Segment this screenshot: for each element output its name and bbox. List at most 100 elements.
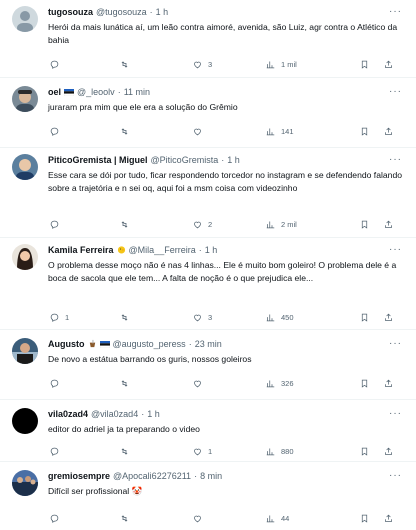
like-button[interactable]: 1 bbox=[193, 447, 212, 456]
bookmark-button[interactable] bbox=[360, 220, 369, 229]
tweet[interactable]: gremiosempre @Apocali62276211 · 8 min ··… bbox=[0, 462, 416, 530]
reply-icon bbox=[50, 60, 59, 69]
retweet-button[interactable] bbox=[120, 313, 135, 322]
timestamp[interactable]: 8 min bbox=[200, 471, 222, 481]
like-button[interactable] bbox=[193, 379, 208, 388]
author-handle[interactable]: @Mila__Ferreira bbox=[129, 245, 196, 255]
views-icon bbox=[266, 128, 275, 135]
avatar[interactable] bbox=[12, 338, 38, 364]
author-handle[interactable]: @Apocali62276211 bbox=[113, 471, 191, 481]
author-name[interactable]: gremiosempre bbox=[48, 471, 110, 481]
author-handle[interactable]: @_leoolv bbox=[77, 87, 115, 97]
reply-button[interactable] bbox=[50, 127, 65, 136]
retweet-button[interactable] bbox=[120, 514, 135, 523]
share-button[interactable] bbox=[384, 127, 393, 136]
views-button[interactable]: 2 mil bbox=[266, 220, 297, 229]
author-name[interactable]: oel bbox=[48, 87, 61, 97]
share-button[interactable] bbox=[384, 514, 393, 523]
author-handle[interactable]: @tugosouza bbox=[96, 7, 147, 17]
reply-button[interactable] bbox=[50, 220, 65, 229]
timestamp[interactable]: 1 h bbox=[205, 245, 218, 255]
bookmark-icon bbox=[361, 313, 368, 322]
author-handle[interactable]: @PiticoGremista bbox=[151, 155, 219, 165]
like-icon bbox=[194, 61, 201, 68]
tweet[interactable]: Kamila Ferreira @Mila__Ferreira · 1 h ··… bbox=[0, 238, 416, 330]
tweet[interactable]: tugosouza @tugosouza · 1 h ··· Herói da … bbox=[0, 0, 416, 78]
retweet-button[interactable] bbox=[120, 379, 135, 388]
views-icon bbox=[266, 221, 275, 228]
retweet-button[interactable] bbox=[120, 60, 135, 69]
like-button[interactable] bbox=[193, 514, 208, 523]
timestamp[interactable]: 1 h bbox=[147, 409, 160, 419]
like-button[interactable]: 3 bbox=[193, 60, 212, 69]
more-icon[interactable]: ··· bbox=[389, 470, 402, 481]
views-button[interactable]: 1 mil bbox=[266, 60, 297, 69]
more-icon[interactable]: ··· bbox=[389, 244, 402, 255]
more-icon[interactable]: ··· bbox=[389, 86, 402, 97]
more-icon[interactable]: ··· bbox=[389, 154, 402, 165]
bookmark-button[interactable] bbox=[360, 447, 369, 456]
author-handle[interactable]: @vila0zad4 bbox=[91, 409, 138, 419]
retweet-button[interactable] bbox=[120, 220, 135, 229]
author-name[interactable]: vila0zad4 bbox=[48, 409, 88, 419]
views-button[interactable]: 326 bbox=[266, 379, 294, 388]
avatar[interactable] bbox=[12, 6, 38, 32]
views-button[interactable]: 450 bbox=[266, 313, 294, 322]
like-button[interactable]: 3 bbox=[193, 313, 212, 322]
bookmark-button[interactable] bbox=[360, 379, 369, 388]
timestamp[interactable]: 1 h bbox=[156, 7, 169, 17]
share-icon bbox=[385, 60, 392, 68]
share-button[interactable] bbox=[384, 379, 393, 388]
reply-icon bbox=[50, 514, 59, 523]
reply-button[interactable] bbox=[50, 60, 65, 69]
reply-button[interactable] bbox=[50, 514, 65, 523]
views-count: 2 mil bbox=[281, 219, 297, 229]
timestamp[interactable]: 23 min bbox=[195, 339, 222, 349]
author-name[interactable]: PiticoGremista | Miguel bbox=[48, 155, 148, 165]
tweet[interactable]: oel @_leoolv · 11 min ··· juraram pra mi… bbox=[0, 78, 416, 148]
retweet-button[interactable] bbox=[120, 127, 135, 136]
author-name[interactable]: Augusto bbox=[48, 339, 85, 349]
bookmark-button[interactable] bbox=[360, 313, 369, 322]
more-icon[interactable]: ··· bbox=[389, 408, 402, 419]
views-count: 450 bbox=[281, 312, 294, 322]
timestamp[interactable]: 11 min bbox=[124, 87, 150, 97]
retweet-button[interactable] bbox=[120, 447, 135, 456]
avatar[interactable] bbox=[12, 244, 38, 270]
bookmark-icon bbox=[361, 379, 368, 388]
reply-button[interactable]: 1 bbox=[50, 313, 69, 322]
like-button[interactable]: 2 bbox=[193, 220, 212, 229]
author-handle[interactable]: @augusto_peress bbox=[113, 339, 186, 349]
reply-icon bbox=[50, 127, 59, 136]
share-button[interactable] bbox=[384, 447, 393, 456]
author-name[interactable]: tugosouza bbox=[48, 7, 93, 17]
share-button[interactable] bbox=[384, 60, 393, 69]
views-button[interactable]: 880 bbox=[266, 447, 294, 456]
more-icon[interactable]: ··· bbox=[389, 338, 402, 349]
avatar[interactable] bbox=[12, 154, 38, 180]
timestamp[interactable]: 1 h bbox=[227, 155, 240, 165]
tweet[interactable]: PiticoGremista | Miguel @PiticoGremista … bbox=[0, 148, 416, 238]
avatar[interactable] bbox=[12, 408, 38, 434]
reply-button[interactable] bbox=[50, 379, 65, 388]
share-button[interactable] bbox=[384, 220, 393, 229]
avatar[interactable] bbox=[12, 86, 38, 112]
bookmark-button[interactable] bbox=[360, 127, 369, 136]
reply-button[interactable] bbox=[50, 447, 65, 456]
tweet-text: editor do adriel ja ta preparando o vide… bbox=[48, 424, 200, 434]
author-name[interactable]: Kamila Ferreira bbox=[48, 245, 114, 255]
more-icon[interactable]: ··· bbox=[389, 6, 402, 17]
tweet[interactable]: vila0zad4 @vila0zad4 · 1 h ··· editor do… bbox=[0, 400, 416, 462]
views-button[interactable]: 141 bbox=[266, 127, 294, 136]
views-button[interactable]: 44 bbox=[266, 514, 289, 523]
bookmark-button[interactable] bbox=[360, 514, 369, 523]
reply-feed: tugosouza @tugosouza · 1 h ··· Herói da … bbox=[0, 0, 416, 530]
avatar[interactable] bbox=[12, 470, 38, 496]
bookmark-button[interactable] bbox=[360, 60, 369, 69]
reply-icon bbox=[50, 447, 59, 456]
like-button[interactable] bbox=[193, 127, 208, 136]
tweet[interactable]: Augusto @augusto_peress · 23 min ··· De … bbox=[0, 330, 416, 400]
bookmark-icon bbox=[361, 514, 368, 523]
share-button[interactable] bbox=[384, 313, 393, 322]
retweet-icon bbox=[121, 514, 128, 522]
